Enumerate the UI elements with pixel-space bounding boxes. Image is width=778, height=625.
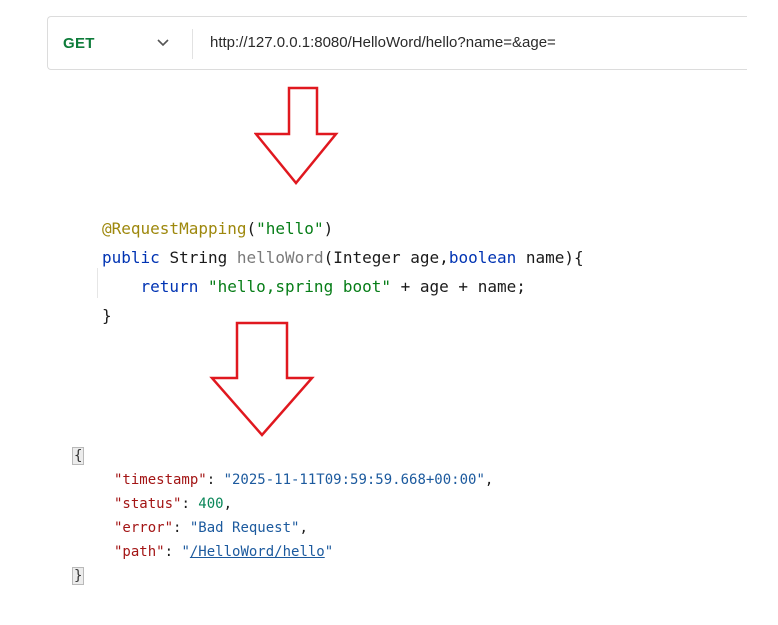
- code-line-4: }: [102, 301, 584, 330]
- json-open-brace[interactable]: {: [72, 447, 85, 465]
- divider: [192, 29, 193, 59]
- timestamp-value: "2025-11-11T09:59:59.668+00:00": [223, 472, 485, 488]
- annotation: @RequestMapping: [102, 219, 247, 238]
- request-bar: GET http://127.0.0.1:8080/HelloWord/hell…: [47, 16, 747, 70]
- json-row-status: "status": 400,: [114, 496, 233, 512]
- json-close-brace[interactable]: }: [72, 567, 85, 585]
- annotation-open: (: [246, 219, 257, 238]
- method-select[interactable]: GET: [63, 35, 95, 52]
- return-string: "hello,spring boot": [207, 277, 391, 296]
- json-row-timestamp: "timestamp": "2025-11-11T09:59:59.668+00…: [114, 472, 494, 488]
- url-input[interactable]: http://127.0.0.1:8080/HelloWord/hello?na…: [210, 34, 556, 51]
- params-open: (Integer age,: [323, 248, 449, 267]
- json-body: "timestamp": "2025-11-11T09:59:59.668+00…: [72, 468, 493, 564]
- down-arrow-icon: [254, 86, 339, 185]
- json-response: { "timestamp": "2025-11-11T09:59:59.668+0…: [72, 444, 493, 588]
- status-value: 400: [198, 496, 224, 512]
- type-string: String: [169, 248, 228, 267]
- keyword-public: public: [102, 248, 160, 267]
- error-value: "Bad Request": [189, 520, 300, 536]
- path-link[interactable]: /HelloWord/hello: [190, 544, 325, 560]
- keyword-boolean: boolean: [448, 248, 517, 267]
- return-rest: + age + name;: [391, 277, 526, 296]
- code-snippet: @RequestMapping("hello") public String he…: [102, 214, 584, 330]
- path-key: "path": [114, 544, 165, 560]
- code-line-2: public String helloWord(Integer age,bool…: [102, 243, 584, 272]
- params-close: name){: [516, 248, 584, 267]
- closing-brace: }: [102, 306, 112, 325]
- chevron-down-icon[interactable]: [154, 33, 172, 51]
- path-quote-close: ": [324, 544, 334, 560]
- json-row-error: "error": "Bad Request",: [114, 520, 308, 536]
- code-line-1: @RequestMapping("hello"): [102, 214, 584, 243]
- keyword-return: return: [140, 277, 199, 296]
- annotation-value: "hello": [256, 219, 324, 238]
- annotation-close: ): [323, 219, 334, 238]
- json-close-line: }: [72, 564, 493, 588]
- json-open-line: {: [72, 444, 493, 468]
- path-quote-open: ": [181, 544, 190, 560]
- timestamp-key: "timestamp": [114, 472, 207, 488]
- error-key: "error": [114, 520, 174, 536]
- status-key: "status": [114, 496, 182, 512]
- down-arrow-icon: [209, 321, 315, 437]
- indent-guide: [97, 268, 98, 298]
- method-name: helloWord: [236, 248, 324, 267]
- json-row-path: "path": "/HelloWord/hello": [114, 544, 334, 560]
- code-line-3: return "hello,spring boot" + age + name;: [102, 272, 584, 301]
